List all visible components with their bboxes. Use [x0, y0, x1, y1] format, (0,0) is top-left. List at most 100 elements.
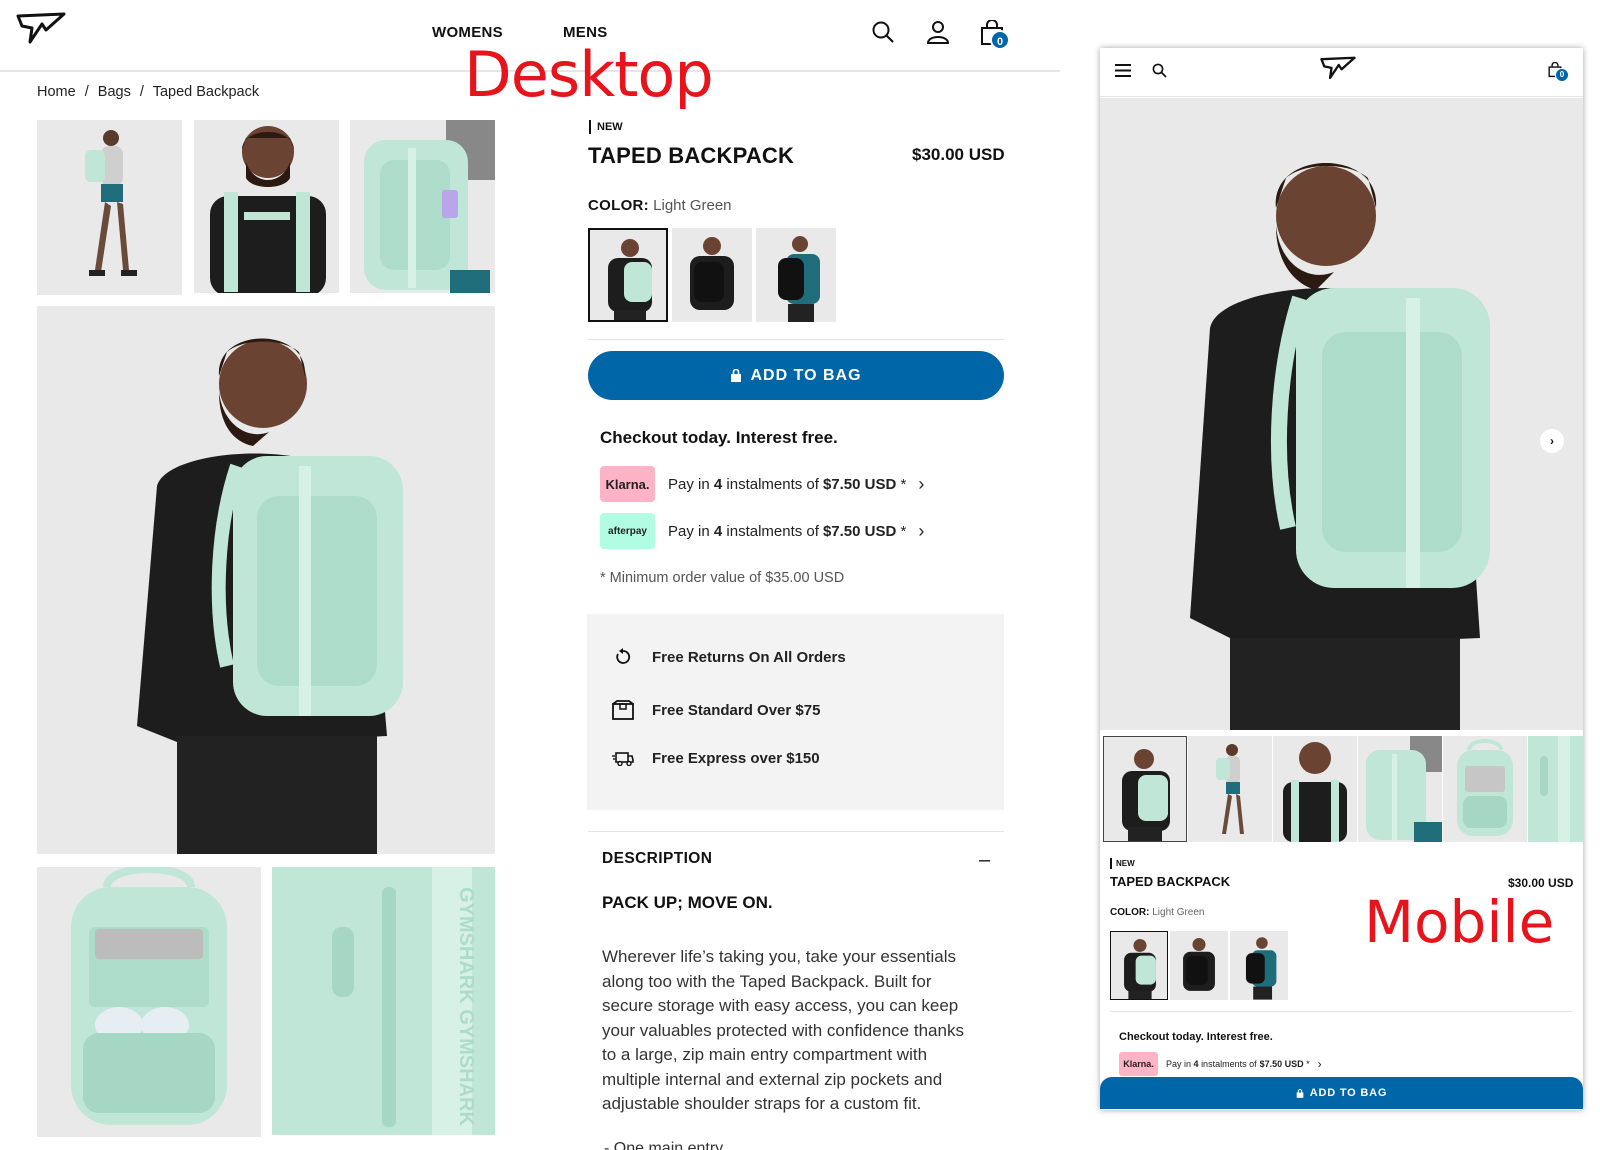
- mobile-thumb-2[interactable]: [1188, 736, 1272, 842]
- pay-amount: $7.50 USD: [822, 475, 897, 493]
- bag-count-badge: 0: [990, 30, 1010, 50]
- color-swatch-black-teal[interactable]: [756, 228, 836, 322]
- color-swatch-black[interactable]: [1170, 931, 1228, 1000]
- divider: [588, 831, 1004, 832]
- product-title: TAPED BACKPACK: [1110, 874, 1231, 889]
- color-label: COLOR:: [1110, 907, 1150, 918]
- shipping-returns: Free Returns On All Orders: [611, 648, 846, 666]
- collapse-icon[interactable]: –: [979, 849, 990, 872]
- color-value: Light Green: [653, 197, 732, 214]
- add-to-bag-label: ADD TO BAG: [1309, 1087, 1388, 1099]
- klarna-row[interactable]: Klarna. Pay in 4 instalments of $7.50 US…: [600, 466, 924, 502]
- mobile-header: 0: [1100, 48, 1583, 97]
- gallery-image-backpack-side[interactable]: [350, 120, 495, 293]
- pay-asterisk: *: [900, 522, 907, 540]
- color-swatch-black[interactable]: [672, 228, 752, 322]
- mobile-hero-image[interactable]: ›: [1100, 98, 1583, 730]
- color-value: Light Green: [1152, 907, 1205, 918]
- pay-prefix: Pay in: [1166, 1059, 1192, 1069]
- chevron-right-icon: ›: [918, 520, 925, 541]
- chevron-right-icon: ›: [1317, 1057, 1322, 1071]
- gallery-image-strap-detail[interactable]: GYMSHARK GYMSHARK: [272, 867, 495, 1135]
- shipping-standard-label: Free Standard Over $75: [652, 701, 821, 719]
- shipping-express: Free Express over $150: [611, 750, 820, 767]
- account-icon[interactable]: [926, 20, 950, 49]
- pay-count: 4: [713, 522, 723, 540]
- lock-bag-icon: [1296, 1088, 1304, 1098]
- afterpay-logo: afterpay: [600, 513, 655, 549]
- new-badge: NEW: [589, 120, 623, 134]
- pay-mid: instalments of: [726, 475, 819, 493]
- product-title: TAPED BACKPACK: [588, 143, 795, 168]
- color-label: COLOR:: [588, 197, 649, 214]
- bag-count-badge: 0: [1555, 68, 1569, 82]
- pay-prefix: Pay in: [668, 522, 710, 540]
- klarna-logo: Klarna.: [1119, 1052, 1158, 1076]
- breadcrumb-bags[interactable]: Bags: [98, 84, 131, 100]
- description-bullet: - One main entry: [604, 1140, 724, 1150]
- klarna-row[interactable]: Klarna. Pay in 4 instalments of $7.50 US…: [1119, 1052, 1322, 1076]
- gallery-image-man-front[interactable]: [194, 120, 339, 293]
- breadcrumb-separator: /: [84, 84, 89, 100]
- shipping-returns-label: Free Returns On All Orders: [652, 648, 846, 666]
- shipping-info-box: Free Returns On All Orders Free Standard…: [587, 614, 1004, 810]
- mobile-annotation: Mobile: [1364, 888, 1555, 956]
- search-icon[interactable]: [871, 20, 895, 49]
- pay-count: 4: [713, 475, 723, 493]
- mobile-thumb-1[interactable]: [1103, 736, 1187, 842]
- checkout-heading: Checkout today. Interest free.: [1119, 1031, 1273, 1043]
- color-swatch-light-green[interactable]: [1110, 931, 1168, 1000]
- new-badge: NEW: [1110, 858, 1135, 869]
- add-to-bag-button[interactable]: ADD TO BAG: [588, 351, 1004, 400]
- breadcrumb: Home / Bags / Taped Backpack: [37, 84, 264, 100]
- desktop-annotation: Desktop: [464, 38, 714, 111]
- checkout-heading: Checkout today. Interest free.: [600, 428, 838, 447]
- gallery-main-image[interactable]: [37, 306, 495, 854]
- pay-asterisk: *: [1306, 1059, 1310, 1069]
- truck-icon: [611, 751, 635, 766]
- mobile-thumb-6[interactable]: [1528, 736, 1583, 842]
- pay-amount: $7.50 USD: [822, 522, 897, 540]
- breadcrumb-current: Taped Backpack: [152, 84, 260, 100]
- pay-mid: instalments of: [726, 522, 819, 540]
- mobile-thumb-3[interactable]: [1273, 736, 1357, 842]
- minimum-order-note: * Minimum order value of $35.00 USD: [600, 570, 845, 586]
- pay-count: 4: [1193, 1059, 1199, 1069]
- pay-mid: instalments of: [1201, 1059, 1257, 1069]
- description-heading[interactable]: DESCRIPTION: [602, 850, 712, 868]
- breadcrumb-separator: /: [139, 84, 144, 100]
- mobile-thumb-4[interactable]: [1358, 736, 1442, 842]
- gallery-image-backpack-open[interactable]: [37, 867, 261, 1137]
- svg-text:GYMSHARK GYMSHARK: GYMSHARK GYMSHARK: [455, 887, 477, 1126]
- menu-icon[interactable]: [1115, 64, 1131, 82]
- divider: [588, 339, 1004, 340]
- description-subheading: PACK UP; MOVE ON.: [602, 893, 773, 912]
- chevron-right-icon: ›: [918, 473, 925, 494]
- desktop-view: WOMENS MENS 0 Desktop Home / Bags / Tape…: [0, 0, 1060, 1150]
- gymshark-logo[interactable]: [16, 12, 66, 55]
- gallery-image-woman-side[interactable]: [37, 120, 182, 295]
- carousel-next-button[interactable]: ›: [1540, 429, 1564, 453]
- product-price: $30.00 USD: [912, 145, 1005, 164]
- color-swatch-black-teal[interactable]: [1230, 931, 1288, 1000]
- box-icon: [611, 700, 635, 720]
- shipping-standard: Free Standard Over $75: [611, 700, 820, 720]
- description-body: Wherever life’s taking you, take your es…: [602, 947, 964, 1113]
- lock-bag-icon: [731, 369, 742, 382]
- add-to-bag-label: ADD TO BAG: [750, 366, 862, 384]
- returns-icon: [611, 648, 635, 666]
- breadcrumb-home[interactable]: Home: [37, 84, 76, 100]
- color-row: COLOR: Light Green: [1110, 907, 1205, 918]
- pay-amount: $7.50 USD: [1259, 1059, 1304, 1069]
- klarna-logo: Klarna.: [600, 466, 655, 502]
- mobile-thumb-5[interactable]: [1443, 736, 1527, 842]
- pay-prefix: Pay in: [668, 475, 710, 493]
- search-icon[interactable]: [1152, 63, 1167, 83]
- afterpay-row[interactable]: afterpay Pay in 4 instalments of $7.50 U…: [600, 513, 924, 549]
- divider: [1110, 1011, 1572, 1012]
- shipping-express-label: Free Express over $150: [652, 750, 820, 767]
- pay-asterisk: *: [900, 475, 907, 493]
- color-swatch-light-green[interactable]: [588, 228, 668, 322]
- add-to-bag-button[interactable]: ADD TO BAG: [1100, 1077, 1583, 1109]
- gymshark-logo[interactable]: [1320, 56, 1356, 89]
